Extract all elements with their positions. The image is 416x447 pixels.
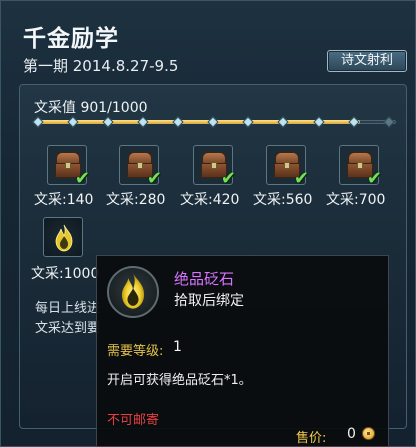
check-icon: ✔ bbox=[366, 168, 382, 189]
reward-label: 文采:1000 bbox=[31, 266, 100, 282]
event-description: 每日上线进 文采达到要 bbox=[35, 299, 100, 339]
reward-label: 文采:420 bbox=[180, 192, 240, 208]
reward-label: 文采:280 bbox=[106, 192, 166, 208]
progress-node bbox=[31, 116, 44, 128]
flame-stone-icon bbox=[55, 224, 73, 252]
required-level-label: 需要等级: bbox=[107, 344, 164, 359]
coin-icon bbox=[362, 427, 375, 440]
progress-node bbox=[137, 116, 149, 128]
window-title: 千金励学 bbox=[23, 26, 119, 52]
progress-node bbox=[67, 116, 79, 128]
check-icon: ✔ bbox=[146, 168, 162, 189]
reward-chest-4[interactable]: ✔ bbox=[266, 145, 309, 189]
price-label: 售价: bbox=[296, 431, 327, 446]
progress-node bbox=[312, 116, 325, 128]
reward-chest-3[interactable]: ✔ bbox=[193, 145, 236, 189]
check-icon: ✔ bbox=[220, 168, 236, 189]
progress-node bbox=[242, 116, 254, 128]
literary-score-label: 文采值 901/1000 bbox=[34, 100, 148, 116]
price-value: 0 bbox=[347, 426, 356, 442]
reward-label: 文采:140 bbox=[34, 192, 94, 208]
progress-node bbox=[102, 116, 114, 128]
score-progress-bar bbox=[31, 116, 396, 128]
reward-chest-1[interactable]: ✔ bbox=[47, 145, 90, 189]
item-use-text: 开启可获得绝品砭石*1。 bbox=[107, 373, 252, 388]
description-line: 文采达到要 bbox=[35, 321, 101, 336]
progress-node bbox=[277, 116, 290, 128]
required-level-value: 1 bbox=[173, 339, 182, 355]
progress-node bbox=[207, 116, 219, 128]
reward-label: 文采:700 bbox=[326, 192, 386, 208]
bind-type: 拾取后绑定 bbox=[174, 293, 244, 309]
check-icon: ✔ bbox=[74, 168, 90, 189]
check-icon: ✔ bbox=[293, 168, 309, 189]
progress-node bbox=[172, 116, 184, 128]
progress-node bbox=[383, 116, 395, 128]
progress-fill bbox=[34, 120, 361, 124]
no-mail-text: 不可邮寄 bbox=[107, 413, 160, 428]
poem-lottery-button[interactable]: 诗文射利 bbox=[327, 50, 407, 72]
reward-chest-5[interactable]: ✔ bbox=[339, 145, 382, 189]
event-period: 第一期 2014.8.27-9.5 bbox=[23, 57, 179, 75]
item-tooltip: 绝品砭石 拾取后绑定 需要等级: 1 开启可获得绝品砭石*1。 不可邮寄 售价:… bbox=[96, 255, 389, 447]
description-line: 每日上线进 bbox=[35, 301, 101, 316]
item-name: 绝品砭石 bbox=[174, 270, 235, 288]
item-icon-frame bbox=[107, 266, 159, 318]
flame-stone-icon bbox=[121, 273, 145, 309]
progress-node bbox=[347, 116, 360, 128]
reward-chest-2[interactable]: ✔ bbox=[119, 145, 162, 189]
reward-label: 文采:560 bbox=[253, 192, 313, 208]
reward-stone-slot[interactable] bbox=[43, 217, 83, 257]
